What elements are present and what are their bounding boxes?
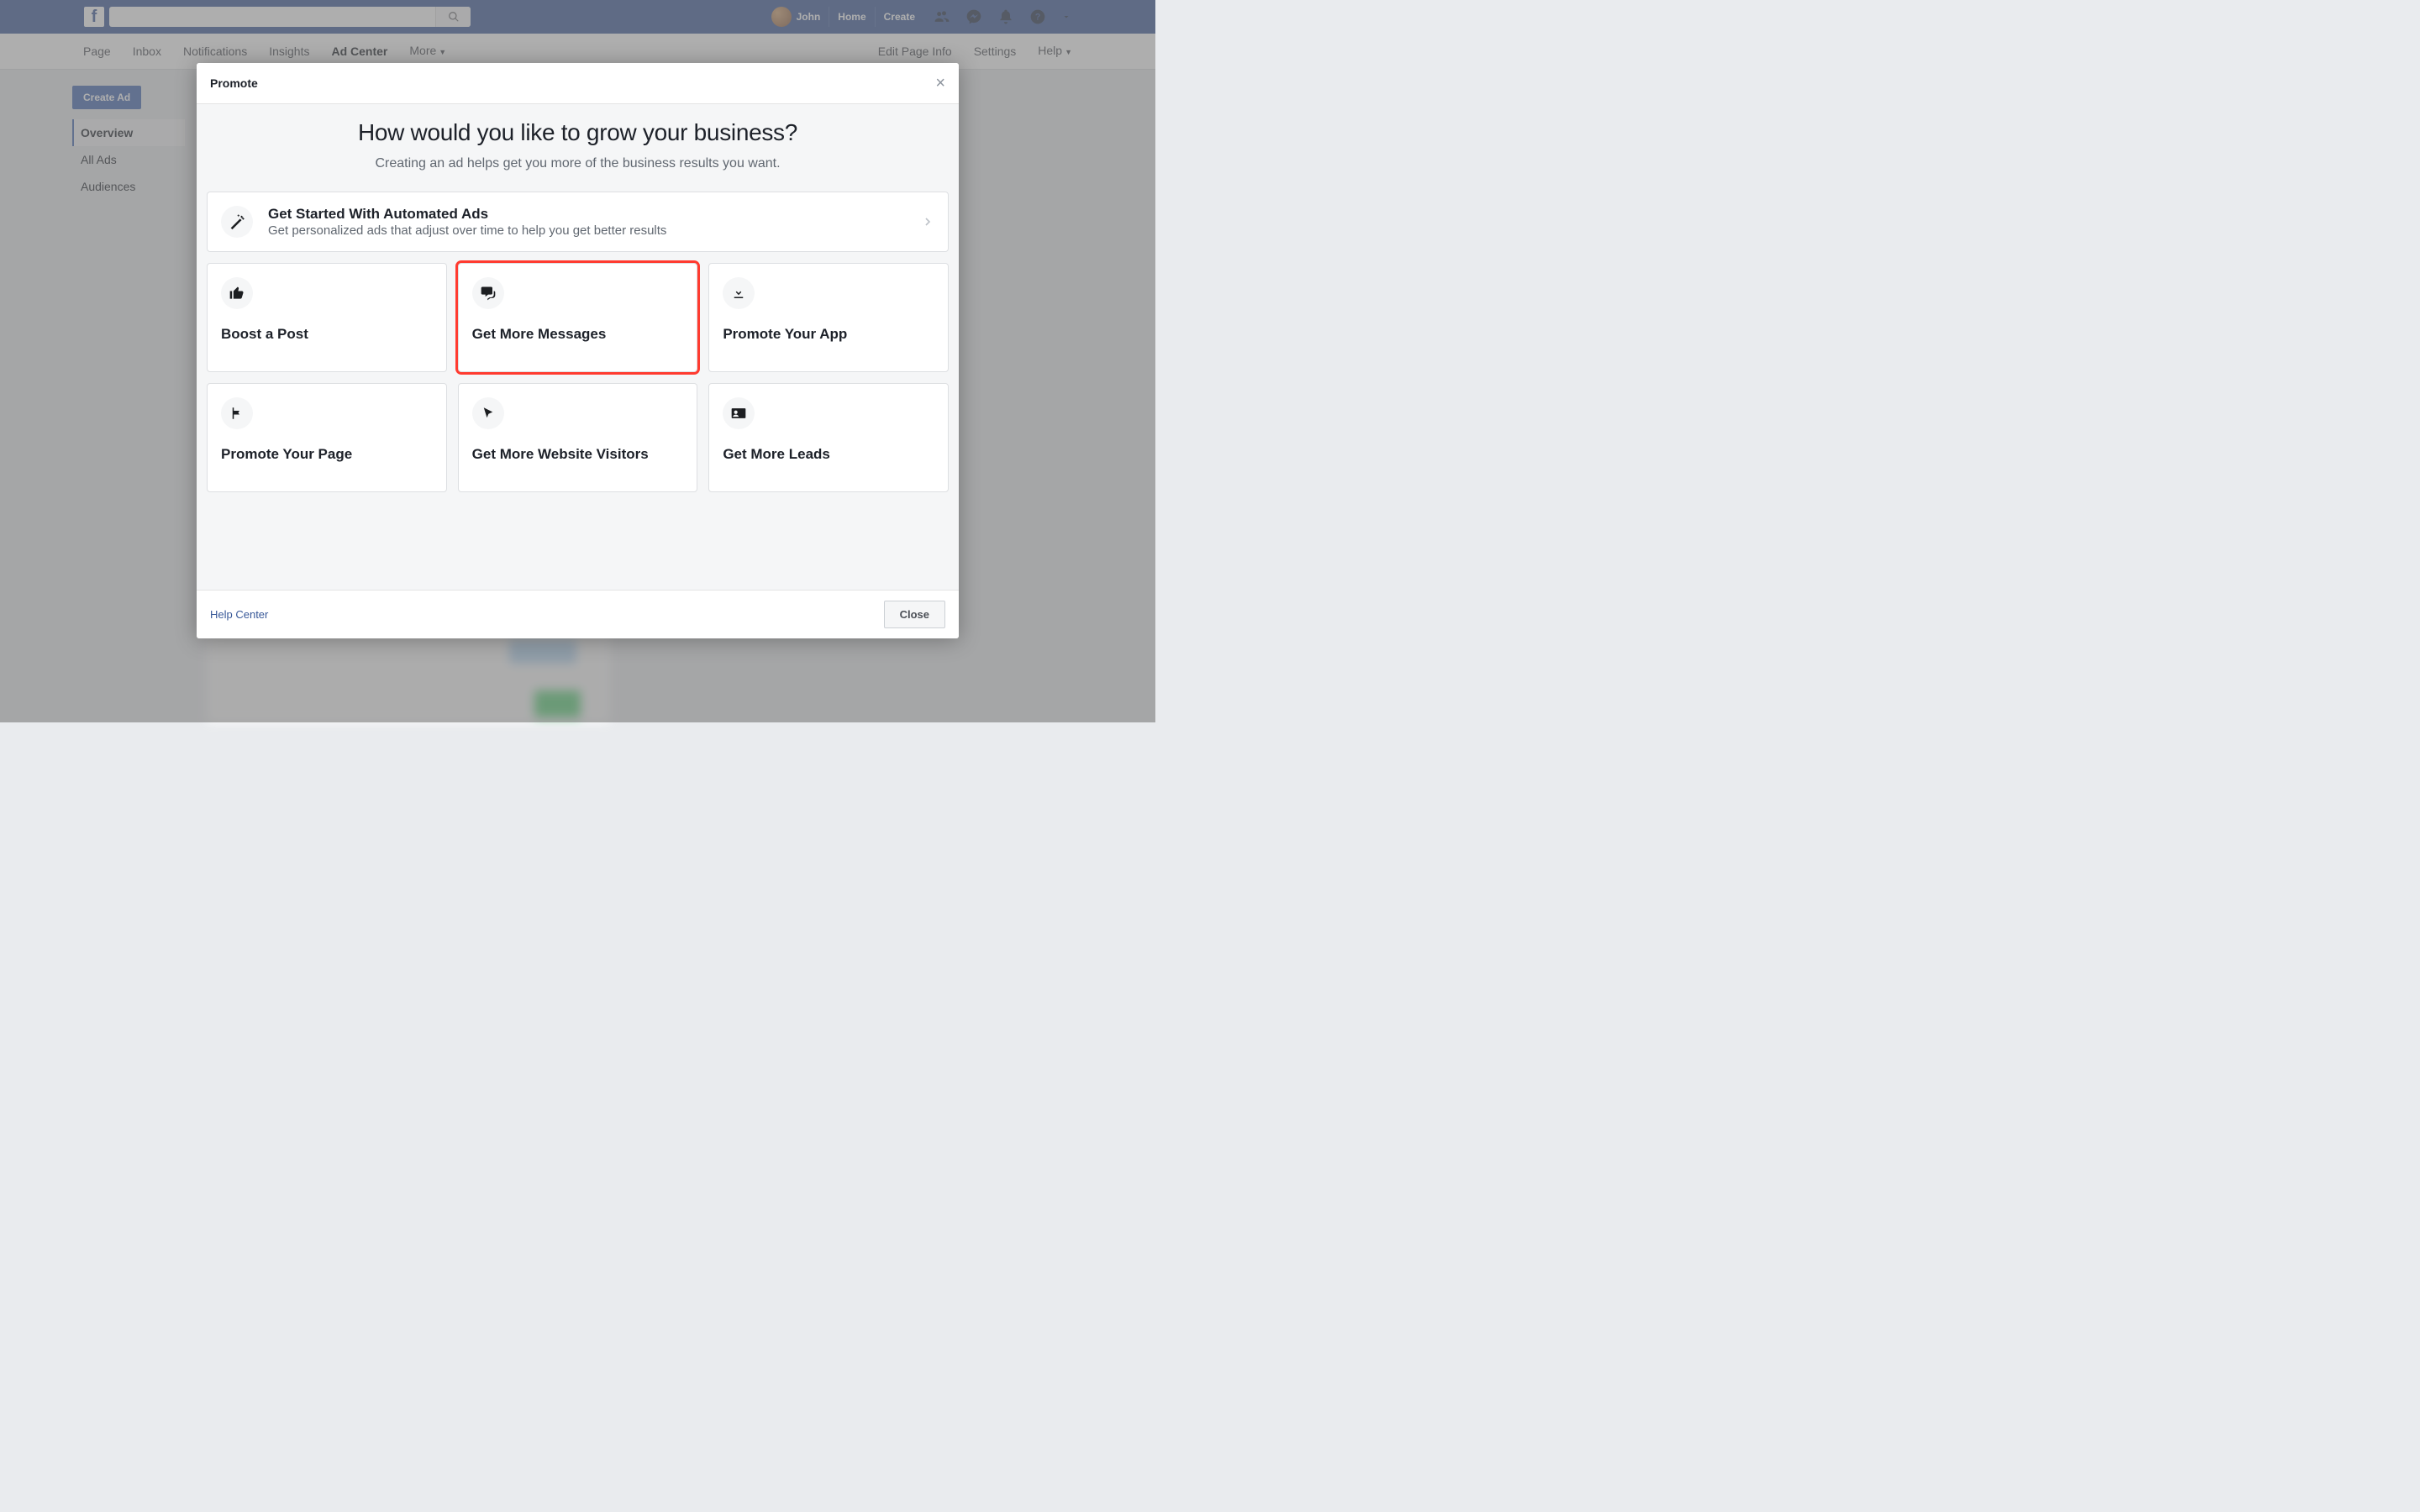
- card-automated-ads[interactable]: Get Started With Automated Ads Get perso…: [207, 192, 949, 252]
- help-center-link[interactable]: Help Center: [210, 608, 268, 621]
- promote-modal: Promote × How would you like to grow you…: [197, 63, 959, 638]
- automated-title: Get Started With Automated Ads: [268, 206, 906, 223]
- modal-footer: Help Center Close: [197, 590, 959, 638]
- card-boost-post[interactable]: Boost a Post: [207, 263, 447, 372]
- card-title: Get More Leads: [723, 446, 934, 463]
- thumbs-up-icon: [221, 277, 253, 309]
- id-card-icon: [723, 397, 755, 429]
- download-icon: [723, 277, 755, 309]
- automated-desc: Get personalized ads that adjust over ti…: [268, 223, 906, 238]
- close-icon[interactable]: ×: [935, 75, 945, 92]
- card-get-leads[interactable]: Get More Leads: [708, 383, 949, 492]
- modal-subhead: Creating an ad helps get you more of the…: [207, 156, 949, 171]
- card-website-visitors[interactable]: Get More Website Visitors: [458, 383, 698, 492]
- card-promote-app[interactable]: Promote Your App: [708, 263, 949, 372]
- wand-icon: [221, 206, 253, 238]
- cursor-icon: [472, 397, 504, 429]
- modal-body: How would you like to grow your business…: [197, 104, 959, 590]
- flag-icon: [221, 397, 253, 429]
- card-get-messages[interactable]: Get More Messages: [458, 263, 698, 372]
- card-title: Promote Your App: [723, 326, 934, 343]
- card-title: Promote Your Page: [221, 446, 433, 463]
- card-title: Get More Messages: [472, 326, 684, 343]
- modal-title: Promote: [210, 76, 258, 90]
- card-title: Boost a Post: [221, 326, 433, 343]
- modal-headline: How would you like to grow your business…: [207, 119, 949, 146]
- modal-header: Promote ×: [197, 63, 959, 104]
- card-title: Get More Website Visitors: [472, 446, 684, 463]
- messages-icon: [472, 277, 504, 309]
- close-button[interactable]: Close: [884, 601, 945, 628]
- chevron-right-icon: [921, 215, 934, 228]
- card-promote-page[interactable]: Promote Your Page: [207, 383, 447, 492]
